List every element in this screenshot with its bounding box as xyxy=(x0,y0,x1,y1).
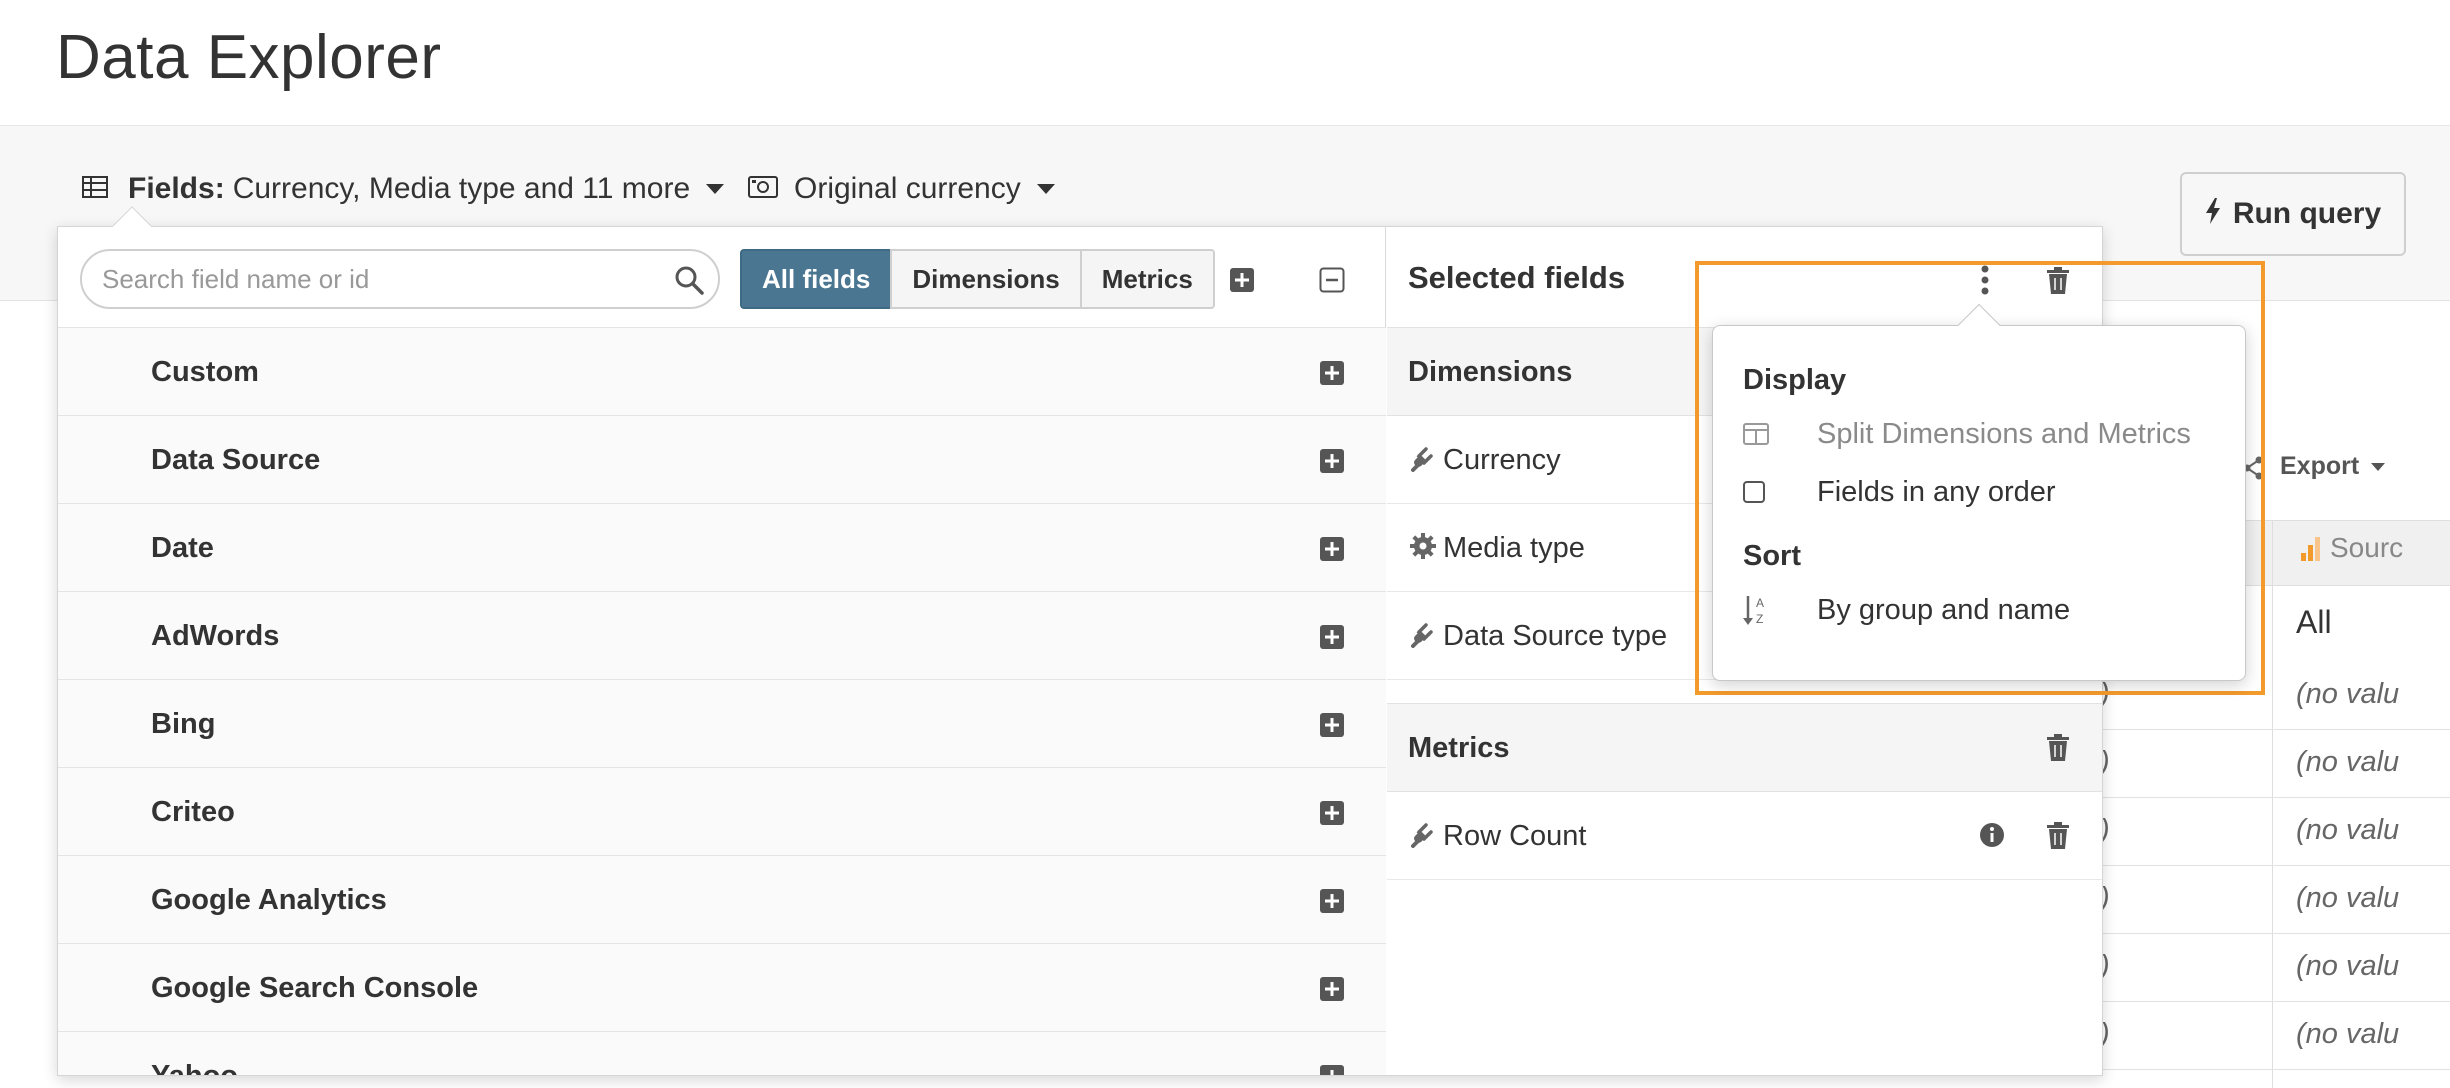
table-icon xyxy=(82,172,108,206)
list-item[interactable]: Google Search Console xyxy=(58,943,1386,1031)
plus-square-icon[interactable] xyxy=(1320,1065,1344,1075)
trash-icon[interactable] xyxy=(2046,734,2070,767)
menu-item-split[interactable]: Split Dimensions and Metrics xyxy=(1743,412,2191,456)
field-group-name: Data Source xyxy=(151,444,321,476)
columns-icon xyxy=(1743,423,1783,445)
display-options-menu: Display Split Dimensions and Metrics Fie… xyxy=(1712,325,2246,681)
dimensions-heading: Dimensions xyxy=(1408,356,1573,388)
metrics-heading: Metrics xyxy=(1408,732,1510,764)
sort-alpha-icon: AZ xyxy=(1743,594,1783,626)
collapse-all-icon[interactable] xyxy=(1319,267,1345,298)
menu-item-label: Fields in any order xyxy=(1817,475,2056,508)
available-fields-column: All fields Dimensions Metrics Custom Dat… xyxy=(58,227,1386,1076)
list-item[interactable]: Bing xyxy=(58,679,1386,767)
field-group-name: Google Search Console xyxy=(151,972,479,1004)
currency-dropdown-toggle[interactable]: Original currency xyxy=(748,164,1055,214)
trash-icon[interactable] xyxy=(2046,822,2070,855)
checkbox-icon[interactable] xyxy=(1743,481,1783,503)
fields-dropdown-toggle[interactable]: Fields: Currency, Media type and 11 more xyxy=(82,164,725,214)
currency-value: Original currency xyxy=(794,172,1021,205)
gear-icon xyxy=(1409,532,1437,565)
bolt-icon xyxy=(2205,197,2221,231)
field-filter-tabs: All fields Dimensions Metrics xyxy=(740,249,1215,309)
selected-fields-title: Selected fields xyxy=(1408,260,1626,295)
selected-field-row[interactable]: Row Count xyxy=(1387,792,2102,880)
plus-square-icon[interactable] xyxy=(1320,449,1344,478)
selected-field-name: Media type xyxy=(1443,532,1585,564)
selected-field-name: Currency xyxy=(1443,444,1561,476)
field-group-list: Custom Data Source Date AdWords Bing Cri… xyxy=(58,327,1386,1076)
chevron-down-icon xyxy=(1036,184,1055,194)
list-item[interactable]: Google Analytics xyxy=(58,855,1386,943)
plus-square-icon[interactable] xyxy=(1320,889,1344,918)
plug-icon xyxy=(1409,820,1437,853)
plus-square-icon[interactable] xyxy=(1320,801,1344,830)
field-group-name: Yahoo xyxy=(151,1060,239,1076)
list-item[interactable]: Criteo xyxy=(58,767,1386,855)
results-column-source[interactable]: Sourc xyxy=(2300,532,2403,564)
field-group-name: Google Analytics xyxy=(151,884,387,916)
menu-item-sort-group-name[interactable]: AZ By group and name xyxy=(1743,588,2070,632)
plus-square-icon[interactable] xyxy=(1320,713,1344,742)
run-query-button[interactable]: Run query xyxy=(2180,172,2406,256)
plus-square-icon[interactable] xyxy=(1320,977,1344,1006)
list-item[interactable]: Data Source xyxy=(58,415,1386,503)
export-button[interactable]: Export xyxy=(2280,452,2386,481)
selected-field-name: Data Source type xyxy=(1443,620,1668,652)
page-title: Data Explorer xyxy=(56,23,442,92)
run-query-label: Run query xyxy=(2232,197,2382,230)
list-item[interactable]: AdWords xyxy=(58,591,1386,679)
results-column-source-label: Sourc xyxy=(2330,532,2404,563)
results-filter-value: All xyxy=(2296,604,2332,640)
plus-square-icon[interactable] xyxy=(1320,537,1344,566)
chevron-down-icon xyxy=(2371,462,2386,471)
menu-item-any-order[interactable]: Fields in any order xyxy=(1743,470,2056,514)
export-label: Export xyxy=(2280,452,2360,480)
field-group-name: Custom xyxy=(151,356,259,388)
expand-all-icon[interactable] xyxy=(1229,267,1255,298)
menu-sort-heading: Sort xyxy=(1743,540,1801,572)
tab-dimensions[interactable]: Dimensions xyxy=(890,249,1082,309)
menu-display-heading: Display xyxy=(1743,364,1847,396)
list-item[interactable]: Date xyxy=(58,503,1386,591)
info-icon[interactable] xyxy=(1979,822,2005,853)
money-icon xyxy=(748,172,778,206)
field-group-name: Date xyxy=(151,532,214,564)
svg-text:A: A xyxy=(1756,596,1764,610)
svg-text:Z: Z xyxy=(1756,612,1763,626)
bar-chart-icon xyxy=(2301,537,2320,561)
page-header: Data Explorer xyxy=(0,0,2450,126)
field-group-name: Bing xyxy=(151,708,216,740)
list-item[interactable]: Custom xyxy=(58,327,1386,415)
menu-item-label: By group and name xyxy=(1817,593,2071,626)
search-box xyxy=(80,249,720,309)
plus-square-icon[interactable] xyxy=(1320,361,1344,390)
tab-all-fields[interactable]: All fields xyxy=(740,249,893,309)
chevron-down-icon xyxy=(706,184,725,194)
selected-field-name: Row Count xyxy=(1443,820,1587,852)
fields-summary: Currency, Media type and 11 more xyxy=(232,172,691,205)
fields-label: Fields: xyxy=(128,172,225,205)
plus-square-icon[interactable] xyxy=(1320,625,1344,654)
list-item[interactable]: Yahoo xyxy=(58,1031,1386,1076)
search-input[interactable] xyxy=(102,259,662,299)
menu-item-label: Split Dimensions and Metrics xyxy=(1817,417,2191,450)
field-group-name: Criteo xyxy=(151,796,235,828)
plug-icon xyxy=(1409,444,1437,477)
search-icon[interactable] xyxy=(674,265,704,300)
tab-metrics[interactable]: Metrics xyxy=(1079,249,1215,309)
metrics-section-header: Metrics xyxy=(1387,704,2102,792)
field-group-name: AdWords xyxy=(151,620,280,652)
plug-icon xyxy=(1409,620,1437,653)
